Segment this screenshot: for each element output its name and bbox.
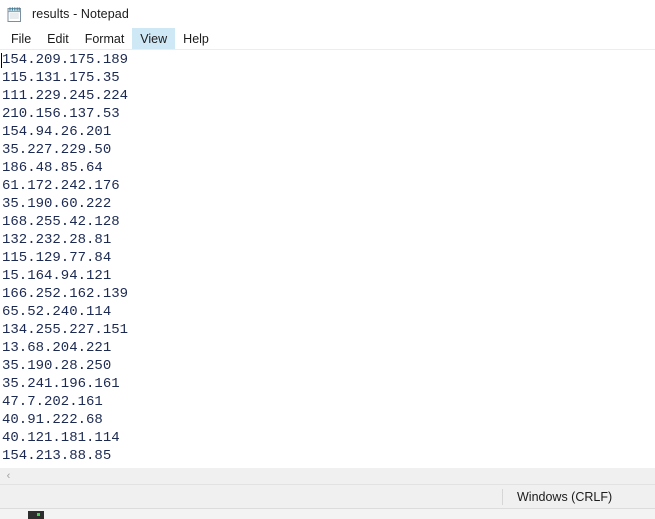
text-line: 35.227.229.50 — [2, 142, 112, 158]
menu-view[interactable]: View — [132, 28, 176, 50]
menu-edit[interactable]: Edit — [39, 28, 77, 50]
text-line: 35.241.196.161 — [2, 376, 120, 392]
title-bar: results - Notepad — [0, 0, 655, 28]
status-line-ending[interactable]: Windows (CRLF) — [503, 490, 612, 504]
text-line: 61.172.242.176 — [2, 178, 120, 194]
text-line: 115.129.77.84 — [2, 250, 112, 266]
notepad-icon — [6, 6, 23, 23]
taskbar-app-icon — [28, 511, 44, 519]
menu-file[interactable]: File — [3, 28, 39, 50]
text-line: 132.232.28.81 — [2, 232, 112, 248]
text-line: 35.190.28.250 — [2, 358, 112, 374]
text-line: 186.48.85.64 — [2, 160, 103, 176]
menu-help[interactable]: Help — [175, 28, 217, 50]
text-content: 154.209.175.189 115.131.175.35 111.229.245… — [2, 51, 655, 468]
text-line: 115.131.175.35 — [2, 70, 120, 86]
text-editor-area[interactable]: 154.209.175.189 115.131.175.35 111.229.245… — [0, 50, 655, 468]
text-line: 210.156.137.53 — [2, 106, 120, 122]
scroll-left-arrow-icon[interactable]: ‹ — [0, 468, 17, 484]
horizontal-scrollbar[interactable]: ‹ — [0, 468, 655, 484]
text-line: 166.252.162.139 — [2, 286, 129, 302]
status-bar: Windows (CRLF) — [0, 484, 655, 508]
text-line: 35.190.60.222 — [2, 196, 112, 212]
text-line: 154.209.175.189 — [2, 52, 129, 68]
text-line: 154.213.88.85 — [2, 448, 112, 464]
menu-format[interactable]: Format — [77, 28, 133, 50]
menu-bar: File Edit Format View Help — [0, 28, 655, 50]
text-line: 47.7.202.161 — [2, 394, 103, 410]
text-line: 134.255.227.151 — [2, 322, 129, 338]
text-line: 15.164.94.121 — [2, 268, 112, 284]
text-line: 40.121.181.114 — [2, 430, 120, 446]
text-line: 111.229.245.224 — [2, 88, 129, 104]
horizontal-scrollbar-track[interactable] — [17, 468, 655, 484]
text-line: 168.255.42.128 — [2, 214, 120, 230]
window-title: results - Notepad — [32, 7, 129, 21]
text-line: 154.94.26.201 — [2, 124, 112, 140]
taskbar-sliver — [0, 508, 655, 519]
taskbar-item[interactable] — [28, 511, 148, 519]
text-line: 40.91.222.68 — [2, 412, 103, 428]
text-line: 65.52.240.114 — [2, 304, 112, 320]
status-bar-spacer — [0, 485, 502, 508]
notepad-window: results - Notepad File Edit Format View … — [0, 0, 655, 519]
text-line: 13.68.204.221 — [2, 340, 112, 356]
